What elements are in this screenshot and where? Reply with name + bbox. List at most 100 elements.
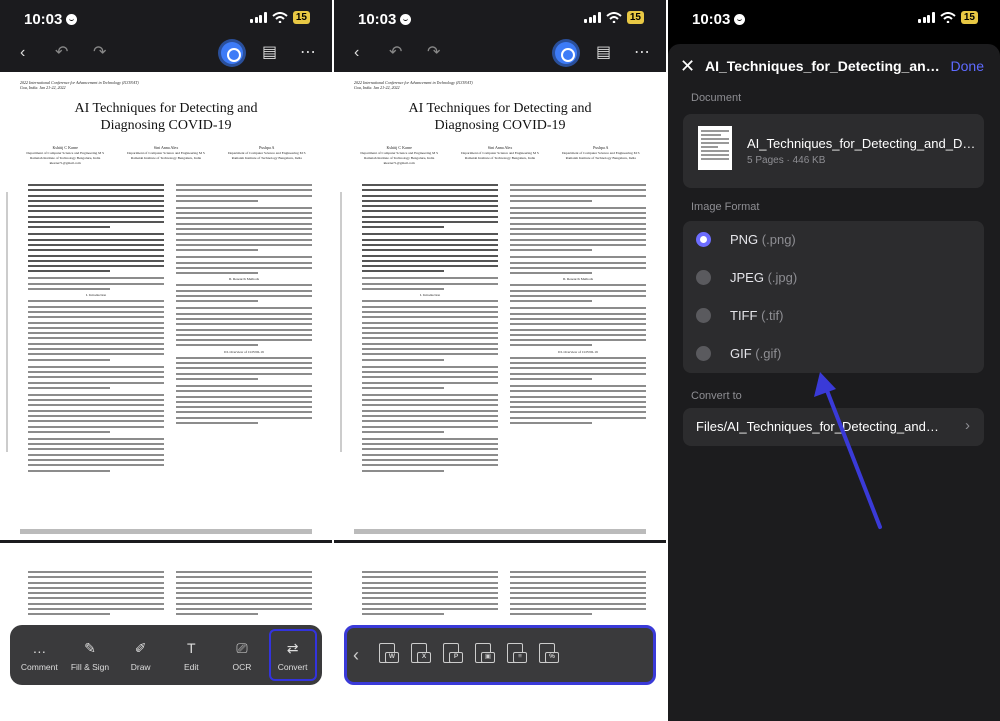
format-option-gif[interactable]: GIF (.gif) bbox=[683, 335, 984, 373]
format-ext: (.gif) bbox=[755, 346, 782, 361]
fill-sign-button[interactable]: ✎ Fill & Sign bbox=[66, 629, 114, 681]
redo-icon[interactable]: ↷ bbox=[93, 44, 106, 62]
wifi-icon bbox=[606, 12, 622, 23]
author-3: Pushpa A Department of Computer Science a… bbox=[227, 145, 306, 160]
side-note bbox=[340, 192, 342, 452]
clock: 10:03 bbox=[692, 11, 731, 28]
convert-to-word-button[interactable]: W bbox=[377, 643, 399, 667]
image-format-options: PNG (.png) JPEG (.jpg) TIFF (.tif) GIF (… bbox=[683, 221, 984, 373]
format-ext: (.png) bbox=[761, 232, 796, 247]
radio-icon bbox=[696, 308, 711, 323]
page-view-icon[interactable]: ▤ bbox=[262, 44, 277, 62]
action-toolbar: … Comment ✎ Fill & Sign ✐ Draw T Edit ⎚ OCR ⇄… bbox=[10, 625, 322, 685]
ai-assistant-button[interactable] bbox=[555, 42, 577, 64]
viewer-toolbar: ‹ ↶ ↷ ▤ ⋯ bbox=[0, 38, 332, 70]
format-ext: (.tif) bbox=[761, 308, 784, 323]
convert-to-label: Convert to bbox=[691, 390, 742, 402]
convert-icon: ⇄ bbox=[286, 639, 299, 656]
text-file-icon: ≡ bbox=[513, 652, 527, 663]
more-icon[interactable]: ⋯ bbox=[300, 44, 316, 62]
pdf-page-1: 2022 International Conference for Advanc… bbox=[334, 72, 666, 540]
undo-icon[interactable]: ↶ bbox=[55, 44, 68, 62]
clock: 10:03 bbox=[24, 11, 63, 28]
section-heading: III. Overview of COVID-19 bbox=[224, 349, 264, 354]
redo-icon[interactable]: ↷ bbox=[427, 44, 440, 62]
ocr-button[interactable]: ⎚ OCR bbox=[218, 629, 266, 681]
author-1: Kshitij C Karne Department of Computer Sc… bbox=[360, 145, 439, 165]
destination-path: Files/AI_Techniques_for_Detecting_and_Di… bbox=[696, 419, 941, 434]
document-thumbnail bbox=[698, 126, 732, 170]
percent-file-icon: % bbox=[545, 652, 559, 663]
text-column-left: I. Introduction bbox=[362, 184, 498, 475]
sheet-header: ✕ AI_Techniques_for_Detecting_and_Diagno… bbox=[668, 44, 1000, 88]
text-column-right: II. Research Methods III. Overview of CO… bbox=[510, 184, 646, 427]
comment-icon: … bbox=[32, 639, 47, 656]
author-1: Kshitij C Karne Department of Computer Sc… bbox=[26, 145, 105, 165]
draw-button[interactable]: ✐ Draw bbox=[117, 629, 165, 681]
edit-text-icon: T bbox=[187, 639, 196, 656]
excel-file-icon: X bbox=[417, 652, 431, 663]
text-column-right bbox=[510, 571, 646, 619]
side-note bbox=[6, 192, 8, 452]
convert-sheet-panel: 10:03 15 ✕ AI_Techniques_for_Detecting_a… bbox=[668, 0, 1000, 721]
ocr-icon: ⎚ bbox=[236, 639, 248, 656]
text-column-left bbox=[362, 571, 498, 619]
convert-to-image-button[interactable]: ▣ bbox=[473, 643, 495, 667]
viewer-panel-2: 10:03 15 ‹ ↶ ↷ ▤ ⋯ 2022 International Co… bbox=[334, 0, 666, 721]
back-chevron-icon[interactable]: ‹ bbox=[353, 645, 367, 666]
convert-to-excel-button[interactable]: X bbox=[409, 643, 431, 667]
viewer-panel-1: 10:03 15 ‹ ↶ ↷ ▤ ⋯ 2022 International Co… bbox=[0, 0, 332, 721]
format-option-tiff[interactable]: TIFF (.tif) bbox=[683, 297, 984, 335]
document-name: AI_Techniques_for_Detecting_and_Diagnosi… bbox=[747, 136, 977, 151]
author-block: Kshitij C Karne Department of Computer Sc… bbox=[356, 145, 644, 166]
section-heading: II. Research Methods bbox=[562, 277, 594, 282]
signal-icon bbox=[584, 12, 601, 23]
page-view-icon[interactable]: ▤ bbox=[596, 44, 611, 62]
section-heading: III. Overview of COVID-19 bbox=[558, 349, 598, 354]
format-name: PNG bbox=[730, 232, 759, 247]
signal-icon bbox=[918, 12, 935, 23]
format-ext: (.jpg) bbox=[767, 270, 798, 285]
word-file-icon: W bbox=[385, 652, 399, 663]
focus-moon-icon bbox=[66, 14, 78, 25]
format-option-png[interactable]: PNG (.png) bbox=[683, 221, 984, 259]
focus-moon-icon bbox=[400, 14, 412, 25]
paper-title: AI Techniques for Detecting and Diagnosi… bbox=[74, 101, 258, 133]
edit-button[interactable]: T Edit bbox=[167, 629, 215, 681]
ai-assistant-button[interactable] bbox=[221, 42, 243, 64]
comment-button[interactable]: … Comment bbox=[15, 629, 63, 681]
back-icon[interactable]: ‹ bbox=[354, 44, 359, 62]
image-format-label: Image Format bbox=[691, 201, 760, 213]
battery-icon: 15 bbox=[292, 11, 310, 24]
convert-button[interactable]: ⇄ Convert bbox=[268, 629, 317, 681]
radio-selected-icon bbox=[696, 232, 711, 247]
more-icon[interactable]: ⋯ bbox=[634, 44, 650, 62]
wifi-icon bbox=[940, 12, 956, 23]
signature-icon: ✎ bbox=[84, 639, 96, 656]
page-footer bbox=[20, 529, 312, 534]
document-card: AI_Techniques_for_Detecting_and_Diagnosi… bbox=[683, 114, 984, 188]
convert-destination-row[interactable]: Files/AI_Techniques_for_Detecting_and_Di… bbox=[683, 408, 984, 446]
section-heading: I. Introduction bbox=[419, 293, 441, 298]
text-column-right bbox=[176, 571, 312, 619]
done-button[interactable]: Done bbox=[951, 58, 984, 74]
convert-format-toolbar: ‹ W X P ▣ ≡ % bbox=[344, 625, 656, 685]
section-heading: I. Introduction bbox=[85, 293, 107, 298]
back-icon[interactable]: ‹ bbox=[20, 44, 25, 62]
text-column-right: II. Research Methods III. Overview of CO… bbox=[176, 184, 312, 427]
status-bar: 10:03 15 bbox=[668, 0, 1000, 38]
convert-to-powerpoint-button[interactable]: P bbox=[441, 643, 463, 667]
battery-icon: 15 bbox=[626, 11, 644, 24]
convert-to-other-button[interactable]: % bbox=[537, 643, 559, 667]
conference-header: 2022 International Conference for Advanc… bbox=[354, 80, 473, 90]
clock: 10:03 bbox=[358, 11, 397, 28]
radio-icon bbox=[696, 270, 711, 285]
close-icon[interactable]: ✕ bbox=[680, 56, 695, 77]
format-name: TIFF bbox=[730, 308, 758, 323]
undo-icon[interactable]: ↶ bbox=[389, 44, 402, 62]
convert-to-text-button[interactable]: ≡ bbox=[505, 643, 527, 667]
wifi-icon bbox=[272, 12, 288, 23]
document-meta: 5 Pages · 446 KB bbox=[747, 155, 826, 166]
section-heading: II. Research Methods bbox=[228, 277, 260, 282]
format-option-jpeg[interactable]: JPEG (.jpg) bbox=[683, 259, 984, 297]
